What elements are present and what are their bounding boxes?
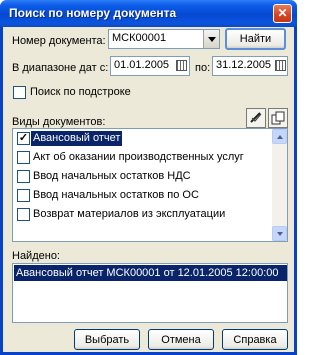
list-item-label: Возврат материалов из эксплуатации [33,208,226,220]
substring-search-checkbox[interactable] [13,86,26,99]
close-button[interactable]: ✕ [273,4,292,23]
list-item-label: Ввод начальных остатков НДС [33,170,191,182]
list-item-checkbox[interactable] [17,170,30,183]
check-all-button[interactable] [246,108,266,128]
window-title: Поиск по номеру документа [9,6,177,20]
doc-number-value: МСК00001 [112,32,167,44]
arrow-down-icon [276,231,283,236]
list-item[interactable]: Ввод начальных остатков по ОС [13,187,271,204]
check-all-icon [250,112,262,123]
cancel-button[interactable]: Отмена [148,329,214,350]
doc-number-label: Номер документа: [12,35,106,47]
date-range-label: В диапазоне дат с: [12,62,109,74]
list-item[interactable]: Ввод начальных остатков НДС [13,168,271,185]
result-row[interactable]: Авансовый отчет МСК00001 от 12.01.2005 1… [14,265,287,281]
list-item-label: Авансовый отчет [31,131,123,146]
list-item[interactable]: Возврат материалов из эксплуатации [13,206,271,223]
scroll-down-button[interactable] [272,226,287,241]
find-button[interactable]: Найти [225,28,286,50]
select-button[interactable]: Выбрать [74,329,140,350]
date-from-value: 01.01.2005 [114,59,170,71]
chevron-down-icon [207,36,216,42]
list-item[interactable]: Акт об оказании производственных услуг [13,149,271,166]
scrollbar[interactable] [272,129,287,241]
arrow-up-icon [276,134,283,139]
copy-icon [271,111,285,125]
calendar-icon[interactable] [176,60,187,71]
scroll-up-button[interactable] [272,129,287,144]
doc-number-dropdown[interactable] [203,30,219,48]
doc-types-label: Виды документов: [12,116,106,128]
doc-types-list: ✓ Авансовый отчет Акт об оказании произв… [12,128,288,242]
search-dialog: Поиск по номеру документа ✕ Номер докуме… [0,0,297,355]
list-item-checkbox[interactable] [17,151,30,164]
list-item-label: Акт об оказании производственных услуг [33,151,244,163]
list-item-checkbox[interactable] [17,208,30,221]
found-label: Найдено: [12,250,60,262]
results-list: Авансовый отчет МСК00001 от 12.01.2005 1… [12,263,288,323]
list-item-checkbox[interactable]: ✓ [17,132,30,145]
copy-button[interactable] [268,108,288,128]
help-button[interactable]: Справка [222,329,288,350]
list-item-checkbox[interactable] [17,189,30,202]
date-to-label: по: [195,62,211,74]
list-item[interactable]: ✓ Авансовый отчет [13,130,271,147]
date-to-value: 31.12.2005 [216,59,272,71]
calendar-icon[interactable] [275,60,286,71]
list-item-label: Ввод начальных остатков по ОС [33,189,199,201]
title-bar[interactable]: Поиск по номеру документа ✕ [0,0,297,27]
substring-search-label: Поиск по подстроке [30,86,131,98]
